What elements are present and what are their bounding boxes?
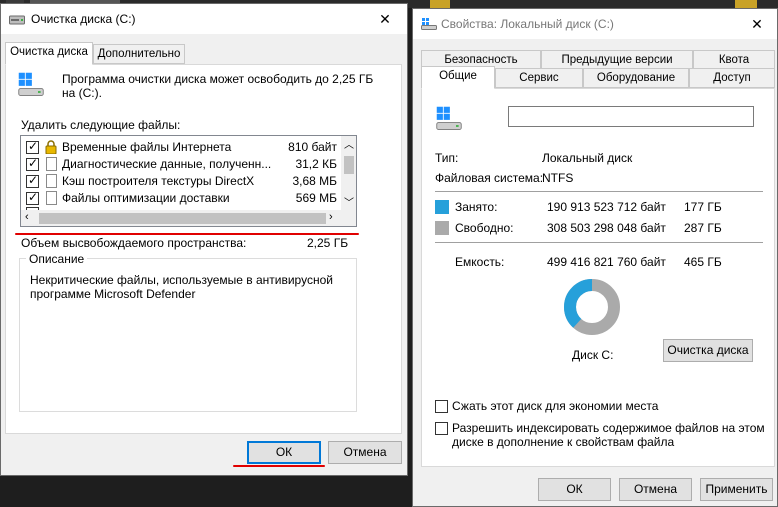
scroll-right-icon[interactable]: ›: [329, 211, 333, 223]
file-size: 3,68 МБ: [292, 174, 337, 188]
file-name: Диагностические данные, полученн...: [62, 157, 272, 171]
scroll-thumb[interactable]: [344, 156, 354, 174]
scroll-up-icon[interactable]: ︿: [344, 136, 354, 151]
ok-button[interactable]: ОК: [247, 441, 321, 464]
ok-button[interactable]: ОК: [538, 478, 611, 501]
description-line-1: Некритические файлы, используемые в анти…: [30, 273, 333, 287]
capacity-bytes: 499 416 821 760 байт: [547, 255, 666, 269]
free-space-swatch: [435, 221, 449, 235]
separator: [435, 242, 763, 243]
windows-drive-icon: [436, 106, 462, 130]
index-contents-label-2[interactable]: диске в дополнение к свойствам файла: [452, 435, 674, 449]
list-item[interactable]: Диагностические данные, полученн... 31,2…: [21, 156, 341, 173]
capacity-label: Емкость:: [455, 255, 505, 269]
capacity-gb: 465 ГБ: [684, 255, 722, 269]
index-contents-checkbox[interactable]: [435, 422, 448, 435]
window-title: Очистка диска (C:): [31, 12, 136, 26]
cancel-button[interactable]: Отмена: [619, 478, 692, 501]
horizontal-scrollbar[interactable]: ‹ ›: [21, 210, 356, 226]
file-icon: [46, 157, 57, 171]
scroll-down-icon[interactable]: ﹀: [344, 194, 354, 209]
checkbox-delivery-optimization[interactable]: [26, 190, 39, 205]
annotation-underline: [15, 233, 359, 235]
title-bar[interactable]: Свойства: Локальный диск (C:) ✕: [413, 9, 777, 39]
intro-line-1: Программа очистки диска может освободить…: [62, 72, 374, 86]
tab-disk-cleanup[interactable]: Очистка диска: [5, 42, 93, 65]
apply-button[interactable]: Применить: [700, 478, 773, 501]
index-contents-label-1[interactable]: Разрешить индексировать содержимое файло…: [452, 421, 765, 435]
file-name: Временные файлы Интернета: [62, 140, 232, 154]
drive-icon: [9, 15, 25, 25]
file-icon: [46, 191, 57, 205]
compress-drive-label[interactable]: Сжать этот диск для экономии места: [452, 399, 658, 413]
tab-hardware[interactable]: Оборудование: [583, 68, 689, 88]
window-title: Свойства: Локальный диск (C:): [441, 17, 614, 31]
free-gb: 287 ГБ: [684, 221, 722, 235]
filesystem-value: NTFS: [542, 171, 574, 185]
used-space-swatch: [435, 200, 449, 214]
close-icon[interactable]: ✕: [737, 9, 777, 39]
desktop-folder-icon[interactable]: [735, 0, 757, 8]
checkbox-directx-cache[interactable]: [26, 173, 39, 188]
disk-usage-donut: [564, 279, 620, 335]
intro-line-2: на (C:).: [62, 86, 102, 100]
file-size: 569 МБ: [295, 191, 337, 205]
tab-quota[interactable]: Квота: [693, 50, 775, 70]
drive-name-input[interactable]: [508, 106, 754, 127]
description-line-2: программе Microsoft Defender: [30, 287, 196, 301]
tab-panel: Тип: Локальный диск Файловая система: NT…: [421, 88, 775, 467]
type-label: Тип:: [435, 151, 459, 165]
checkbox-temp-internet[interactable]: [26, 139, 39, 154]
close-icon[interactable]: ✕: [363, 4, 407, 34]
windows-drive-icon: [421, 18, 437, 30]
windows-drive-icon: [18, 72, 44, 96]
tab-more-options[interactable]: Дополнительно: [93, 44, 185, 64]
tab-general[interactable]: Общие: [421, 66, 495, 89]
disk-cleanup-button[interactable]: Очистка диска: [663, 339, 753, 362]
description-title: Описание: [26, 252, 88, 266]
desktop-folder-icon[interactable]: [430, 0, 450, 8]
freed-space-label: Объем высвобождаемого пространства:: [21, 236, 247, 250]
title-bar[interactable]: Очистка диска (C:) ✕: [1, 4, 407, 34]
files-list-label: Удалить следующие файлы:: [21, 118, 181, 132]
annotation-underline: [233, 465, 325, 467]
drive-label: Диск С:: [572, 348, 614, 362]
used-label: Занято:: [455, 200, 498, 214]
separator: [435, 191, 763, 192]
compress-drive-checkbox[interactable]: [435, 400, 448, 413]
lock-icon: [45, 140, 57, 154]
checkbox-diagnostics[interactable]: [26, 156, 39, 171]
scroll-left-icon[interactable]: ‹: [25, 211, 29, 223]
file-size: 31,2 КБ: [295, 157, 337, 171]
used-bytes: 190 913 523 712 байт: [547, 200, 666, 214]
list-item[interactable]: Файлы оптимизации доставки 569 МБ: [21, 190, 341, 207]
tab-sharing[interactable]: Доступ: [689, 68, 775, 88]
type-value: Локальный диск: [542, 151, 633, 165]
scroll-thumb-horizontal[interactable]: [39, 213, 326, 224]
tab-previous-versions[interactable]: Предыдущие версии: [541, 50, 693, 70]
filesystem-label: Файловая система:: [435, 171, 544, 185]
list-item[interactable]: Кэш построителя текстуры DirectX 3,68 МБ: [21, 173, 341, 190]
file-icon: [46, 174, 57, 188]
file-size: 810 байт: [288, 140, 337, 154]
drive-properties-window: Свойства: Локальный диск (C:) ✕ Безопасн…: [412, 8, 778, 507]
files-list[interactable]: Временные файлы Интернета 810 байт Диагн…: [20, 135, 357, 227]
free-bytes: 308 503 298 048 байт: [547, 221, 666, 235]
vertical-scrollbar[interactable]: ︿ ﹀: [341, 136, 356, 210]
disk-cleanup-window: Очистка диска (C:) ✕ Очистка диска Допол…: [0, 3, 408, 476]
free-label: Свободно:: [455, 221, 514, 235]
file-name: Файлы оптимизации доставки: [62, 191, 230, 205]
tab-tools[interactable]: Сервис: [495, 68, 583, 88]
cancel-button[interactable]: Отмена: [328, 441, 402, 464]
tab-panel: Программа очистки диска может освободить…: [5, 64, 402, 434]
freed-space-value: 2,25 ГБ: [307, 236, 349, 250]
used-gb: 177 ГБ: [684, 200, 722, 214]
list-item[interactable]: Временные файлы Интернета 810 байт: [21, 139, 341, 156]
file-name: Кэш построителя текстуры DirectX: [62, 174, 255, 188]
